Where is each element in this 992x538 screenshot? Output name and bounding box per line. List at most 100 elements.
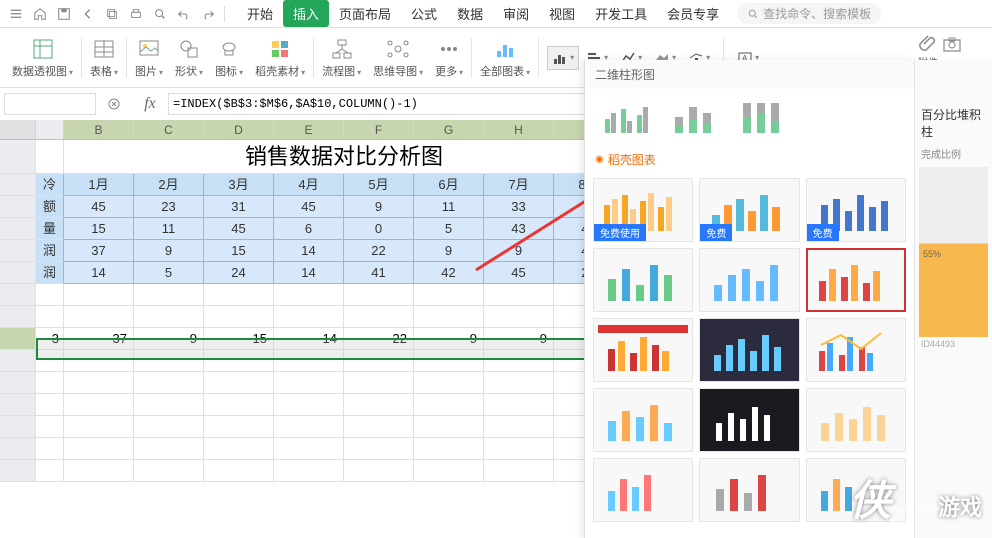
cell[interactable]: 6 — [274, 218, 344, 240]
template-item[interactable]: 免费 — [699, 178, 799, 242]
cell[interactable]: 45 — [204, 218, 274, 240]
cell[interactable]: 3月 — [204, 174, 274, 196]
col-header[interactable]: C — [134, 120, 204, 139]
stacked-column-icon[interactable] — [669, 99, 717, 135]
cell[interactable] — [134, 372, 204, 394]
cell[interactable] — [484, 306, 554, 328]
row-header[interactable] — [0, 460, 36, 482]
cell[interactable]: 冷 — [36, 174, 64, 196]
row-header[interactable] — [0, 306, 36, 328]
tab-insert[interactable]: 插入 — [283, 0, 329, 27]
cell[interactable] — [64, 416, 134, 438]
cell[interactable] — [64, 284, 134, 306]
cell[interactable]: 额 — [36, 196, 64, 218]
cell[interactable]: 9 — [344, 196, 414, 218]
cell[interactable] — [414, 284, 484, 306]
chart-title-cell[interactable]: 销售数据对比分析图 — [64, 140, 624, 174]
cell[interactable]: 9 — [414, 240, 484, 262]
cell[interactable] — [204, 416, 274, 438]
col-header[interactable]: E — [274, 120, 344, 139]
cell[interactable] — [414, 394, 484, 416]
cell[interactable] — [484, 416, 554, 438]
cell[interactable]: 5 — [414, 218, 484, 240]
cell[interactable] — [344, 372, 414, 394]
cell[interactable] — [204, 372, 274, 394]
cell[interactable] — [134, 306, 204, 328]
template-item[interactable]: 免费使用 — [593, 178, 693, 242]
cell[interactable] — [344, 438, 414, 460]
cell[interactable]: 5 — [134, 262, 204, 284]
row-header[interactable] — [0, 438, 36, 460]
formula-input[interactable] — [168, 93, 608, 115]
cell[interactable]: 31 — [204, 196, 274, 218]
row-header[interactable] — [0, 240, 36, 262]
cell[interactable] — [134, 416, 204, 438]
cell[interactable]: 9 — [134, 240, 204, 262]
cell[interactable] — [64, 394, 134, 416]
cell[interactable] — [64, 306, 134, 328]
redo-icon[interactable] — [196, 2, 220, 26]
template-item[interactable] — [593, 458, 693, 522]
cell[interactable]: 14 — [274, 328, 344, 350]
cell[interactable]: 2月 — [134, 174, 204, 196]
cell[interactable]: 7月 — [484, 174, 554, 196]
cell[interactable]: 9 — [484, 328, 554, 350]
cell[interactable] — [344, 284, 414, 306]
cell[interactable] — [274, 438, 344, 460]
cell[interactable]: 9 — [134, 328, 204, 350]
cell[interactable]: 24 — [204, 262, 274, 284]
cell[interactable]: 23 — [134, 196, 204, 218]
clustered-column-icon[interactable] — [601, 99, 649, 135]
picture-button[interactable]: 图片 — [129, 37, 169, 79]
cell[interactable]: 11 — [134, 218, 204, 240]
back-icon[interactable] — [76, 2, 100, 26]
table-button[interactable]: 表格 — [84, 37, 124, 79]
cell[interactable] — [484, 394, 554, 416]
tab-review[interactable]: 审阅 — [493, 0, 539, 27]
col-header[interactable]: D — [204, 120, 274, 139]
cell[interactable]: 33 — [484, 196, 554, 218]
cell[interactable]: 3 — [36, 328, 64, 350]
cell[interactable] — [484, 372, 554, 394]
all-charts-button[interactable]: 全部图表 — [474, 37, 536, 79]
cell[interactable] — [64, 350, 134, 372]
cell[interactable] — [204, 350, 274, 372]
cell[interactable]: 14 — [64, 262, 134, 284]
cell[interactable]: 43 — [484, 218, 554, 240]
tab-dev[interactable]: 开发工具 — [585, 0, 657, 27]
row-header[interactable] — [0, 140, 36, 174]
template-item[interactable] — [806, 318, 906, 382]
cell[interactable]: 6月 — [414, 174, 484, 196]
cell[interactable] — [204, 306, 274, 328]
cell[interactable] — [484, 284, 554, 306]
cell[interactable] — [484, 460, 554, 482]
cell[interactable] — [64, 438, 134, 460]
cell[interactable] — [204, 394, 274, 416]
template-item[interactable] — [699, 388, 799, 452]
cell[interactable] — [36, 140, 64, 174]
menu-icon[interactable] — [4, 2, 28, 26]
cell[interactable] — [274, 416, 344, 438]
fx-button[interactable]: fx — [136, 93, 164, 115]
cell[interactable] — [274, 350, 344, 372]
cell[interactable] — [204, 284, 274, 306]
cell[interactable] — [414, 416, 484, 438]
cell[interactable] — [414, 306, 484, 328]
cell[interactable] — [344, 416, 414, 438]
cell[interactable] — [204, 460, 274, 482]
flow-button[interactable]: 流程图 — [316, 37, 367, 79]
row-header[interactable] — [0, 196, 36, 218]
col-header[interactable]: G — [414, 120, 484, 139]
save-icon[interactable] — [52, 2, 76, 26]
pivot-button[interactable]: 数据透视图 — [6, 37, 79, 79]
cell[interactable]: 22 — [344, 328, 414, 350]
cell[interactable] — [36, 372, 64, 394]
cell[interactable] — [36, 416, 64, 438]
cell[interactable]: 15 — [204, 240, 274, 262]
cell[interactable]: 量 — [36, 218, 64, 240]
cell[interactable]: 润 — [36, 240, 64, 262]
material-button[interactable]: 稻壳素材 — [249, 37, 311, 79]
cell[interactable] — [36, 284, 64, 306]
row-header[interactable] — [0, 350, 36, 372]
template-item[interactable] — [806, 458, 906, 522]
